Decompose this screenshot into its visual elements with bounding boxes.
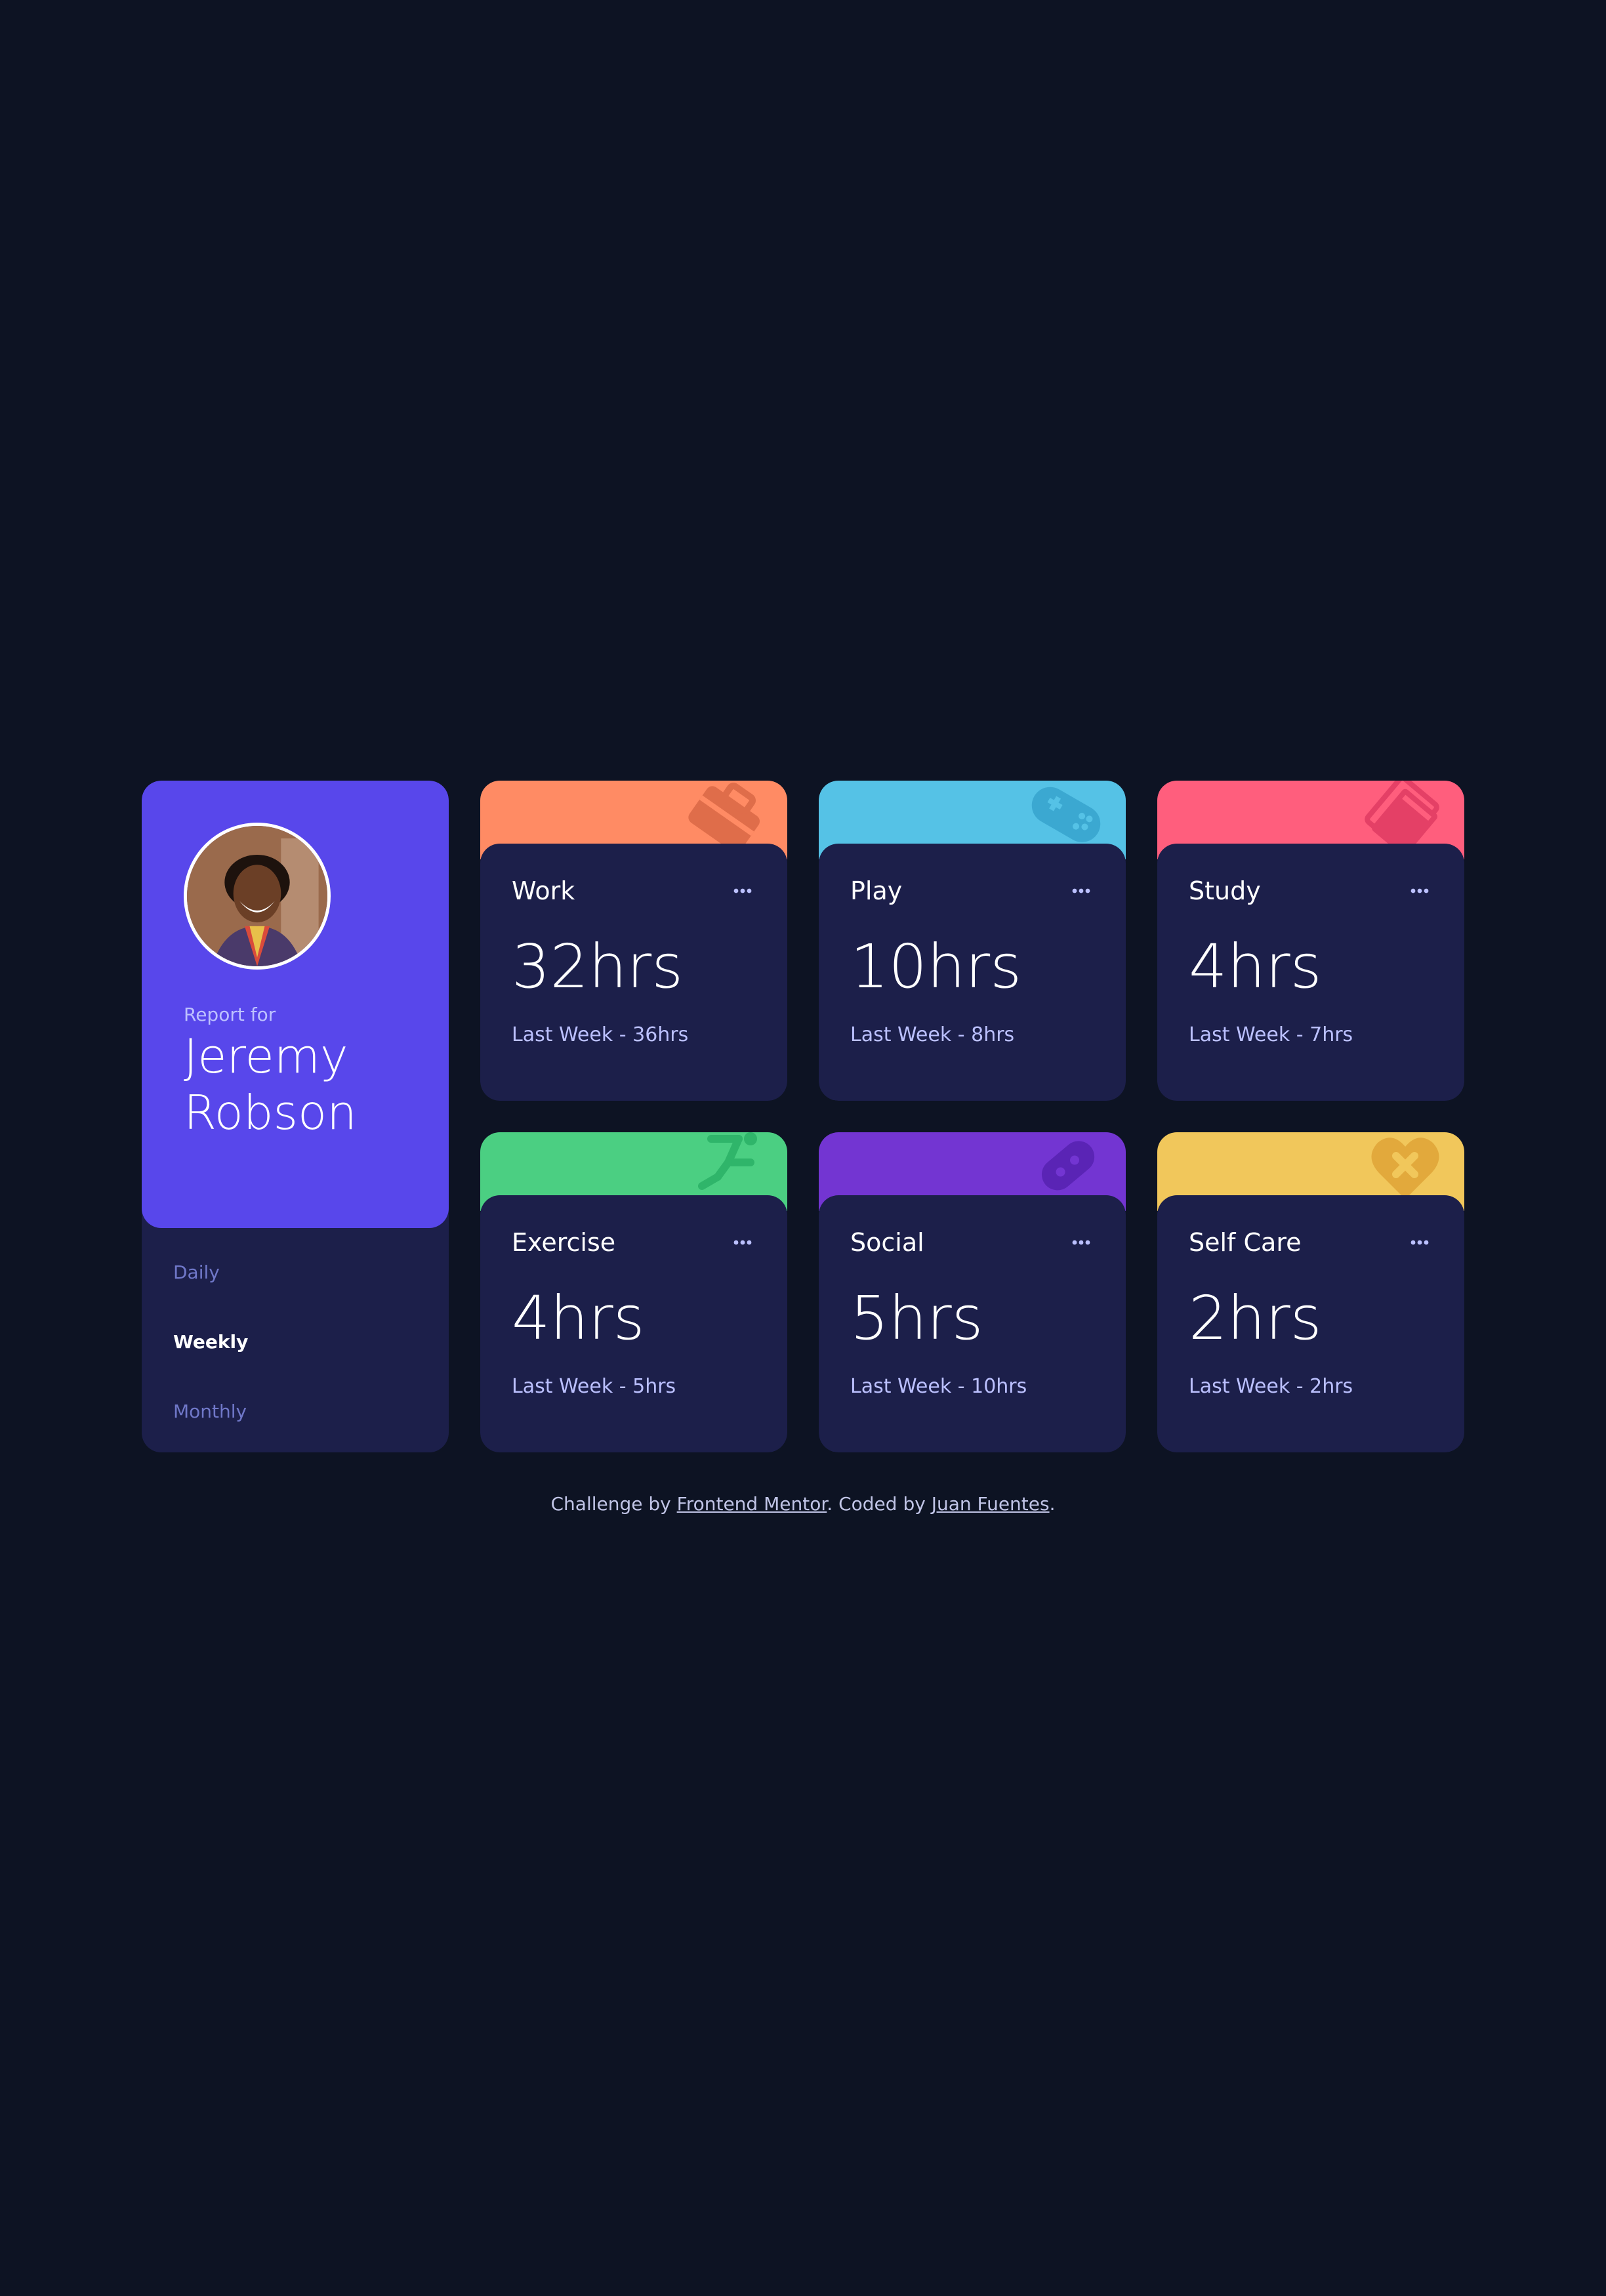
card-title: Social — [850, 1228, 924, 1257]
previous-hours: Last Week - 8hrs — [850, 1023, 1015, 1046]
period-daily[interactable]: Daily — [173, 1256, 449, 1325]
current-hours: 2hrs — [1189, 1283, 1322, 1353]
card-body[interactable]: Work 32hrs Last Week - 36hrs — [480, 844, 787, 1101]
card-body[interactable]: Study 4hrs Last Week - 7hrs — [1157, 844, 1464, 1101]
profile-card: Report for Jeremy Robson Daily Weekly Mo… — [142, 781, 449, 1452]
current-hours: 10hrs — [850, 932, 1022, 1002]
more-options-button[interactable] — [1068, 881, 1094, 901]
card-head: Social — [850, 1225, 1094, 1260]
card-body[interactable]: Social 5hrs Last Week - 10hrs — [819, 1195, 1126, 1452]
avatar — [184, 823, 331, 970]
ellipsis-icon — [733, 1240, 752, 1245]
more-options-button[interactable] — [1407, 1233, 1433, 1252]
ellipsis-icon — [1410, 1240, 1429, 1245]
more-options-button[interactable] — [730, 881, 756, 901]
more-options-button[interactable] — [1068, 1233, 1094, 1252]
activity-card-play: Play 10hrs Last Week - 8hrs — [819, 781, 1126, 1101]
attribution-suffix: . — [1049, 1493, 1056, 1515]
current-hours: 4hrs — [512, 1283, 645, 1353]
activity-card-exercise: Exercise 4hrs Last Week - 5hrs — [480, 1132, 787, 1452]
previous-hours: Last Week - 5hrs — [512, 1375, 676, 1398]
profile-header: Report for Jeremy Robson — [142, 781, 449, 1228]
card-head: Work — [512, 874, 756, 908]
more-options-button[interactable] — [730, 1233, 756, 1252]
more-options-button[interactable] — [1407, 881, 1433, 901]
current-hours: 32hrs — [512, 932, 684, 1002]
time-tracking-dashboard: Report for Jeremy Robson Daily Weekly Mo… — [142, 781, 1464, 1452]
card-title: Self Care — [1189, 1228, 1302, 1257]
card-title: Study — [1189, 876, 1261, 905]
previous-hours: Last Week - 36hrs — [512, 1023, 689, 1046]
card-head: Exercise — [512, 1225, 756, 1260]
author-link[interactable]: Juan Fuentes — [932, 1493, 1050, 1515]
report-for-label: Report for — [184, 1004, 276, 1025]
card-body[interactable]: Self Care 2hrs Last Week - 2hrs — [1157, 1195, 1464, 1452]
previous-hours: Last Week - 7hrs — [1189, 1023, 1353, 1046]
previous-hours: Last Week - 10hrs — [850, 1375, 1027, 1398]
period-selector: Daily Weekly Monthly — [142, 1228, 449, 1452]
current-hours: 5hrs — [850, 1283, 983, 1353]
card-title: Exercise — [512, 1228, 616, 1257]
card-head: Self Care — [1189, 1225, 1433, 1260]
ellipsis-icon — [1410, 888, 1429, 893]
card-title: Play — [850, 876, 903, 905]
frontend-mentor-link[interactable]: Frontend Mentor — [677, 1493, 827, 1515]
attribution-prefix: Challenge by — [550, 1493, 677, 1515]
activity-card-work: Work 32hrs Last Week - 36hrs — [480, 781, 787, 1101]
avatar-portrait-icon — [187, 826, 327, 966]
card-title: Work — [512, 876, 575, 905]
activity-card-self-care: Self Care 2hrs Last Week - 2hrs — [1157, 1132, 1464, 1452]
ellipsis-icon — [1072, 1240, 1090, 1245]
period-monthly[interactable]: Monthly — [173, 1395, 449, 1452]
previous-hours: Last Week - 2hrs — [1189, 1375, 1353, 1398]
attribution: Challenge by Frontend Mentor. Coded by J… — [0, 1493, 1606, 1515]
card-body[interactable]: Play 10hrs Last Week - 8hrs — [819, 844, 1126, 1101]
ellipsis-icon — [733, 888, 752, 893]
activity-card-social: Social 5hrs Last Week - 10hrs — [819, 1132, 1126, 1452]
attribution-middle: . Coded by — [827, 1493, 932, 1515]
period-weekly[interactable]: Weekly — [173, 1325, 449, 1395]
card-body[interactable]: Exercise 4hrs Last Week - 5hrs — [480, 1195, 787, 1452]
card-head: Study — [1189, 874, 1433, 908]
card-head: Play — [850, 874, 1094, 908]
current-hours: 4hrs — [1189, 932, 1322, 1002]
user-name: Jeremy Robson — [184, 1029, 357, 1140]
ellipsis-icon — [1072, 888, 1090, 893]
activity-card-study: Study 4hrs Last Week - 7hrs — [1157, 781, 1464, 1101]
